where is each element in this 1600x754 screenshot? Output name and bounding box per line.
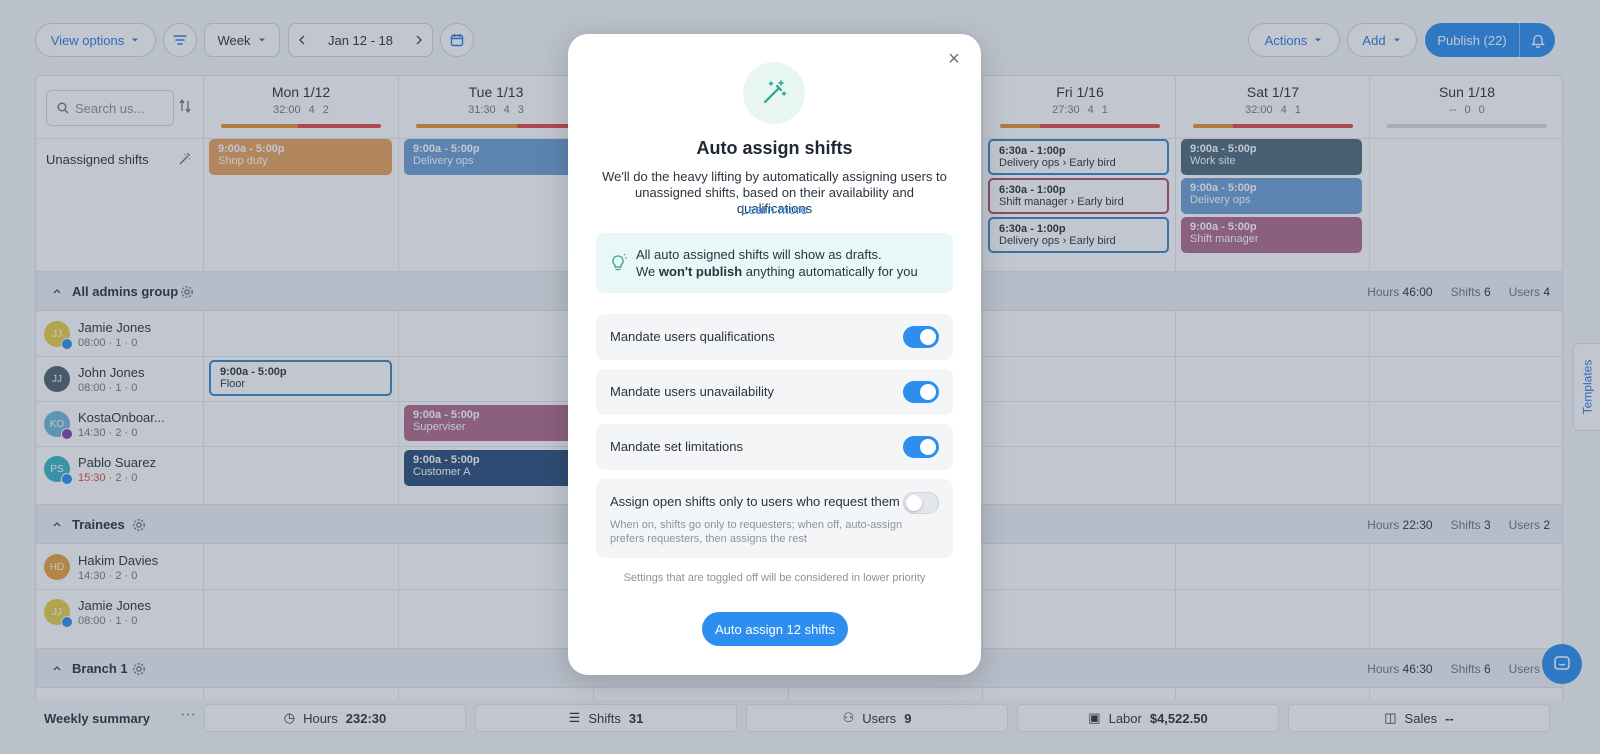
open-shifts-toggle[interactable] bbox=[903, 492, 939, 514]
option-mandate-qualifications: Mandate users qualifications bbox=[596, 314, 953, 360]
option-subtext: When on, shifts go only to requesters; w… bbox=[610, 519, 903, 545]
learn-more-link[interactable]: Learn more bbox=[568, 202, 981, 217]
info-line-1: All auto assigned shifts will show as dr… bbox=[636, 247, 882, 262]
info-line-2: We won't publish anything automatically … bbox=[636, 264, 918, 279]
lightbulb-icon bbox=[612, 253, 627, 271]
magic-wand-icon bbox=[743, 62, 805, 124]
priority-footnote: Settings that are toggled off will be co… bbox=[623, 572, 926, 584]
limitations-toggle[interactable] bbox=[903, 436, 939, 458]
modal-title: Auto assign shifts bbox=[696, 138, 853, 158]
option-label: Mandate set limitations bbox=[610, 439, 743, 454]
unavailability-toggle[interactable] bbox=[903, 381, 939, 403]
option-label: Mandate users qualifications bbox=[610, 329, 775, 344]
drafts-info-box: All auto assigned shifts will show as dr… bbox=[596, 233, 953, 293]
auto-assign-modal: × Auto assign shifts We'll do the heavy … bbox=[568, 34, 981, 675]
option-open-shifts-requesters: Assign open shifts only to users who req… bbox=[596, 479, 953, 558]
close-icon[interactable]: × bbox=[943, 48, 965, 70]
option-mandate-unavailability: Mandate users unavailability bbox=[596, 369, 953, 415]
option-mandate-limitations: Mandate set limitations bbox=[596, 424, 953, 470]
option-label: Mandate users unavailability bbox=[610, 384, 775, 399]
qualifications-toggle[interactable] bbox=[903, 326, 939, 348]
option-label: Assign open shifts only to users who req… bbox=[610, 494, 900, 509]
auto-assign-button[interactable]: Auto assign 12 shifts bbox=[702, 612, 848, 646]
